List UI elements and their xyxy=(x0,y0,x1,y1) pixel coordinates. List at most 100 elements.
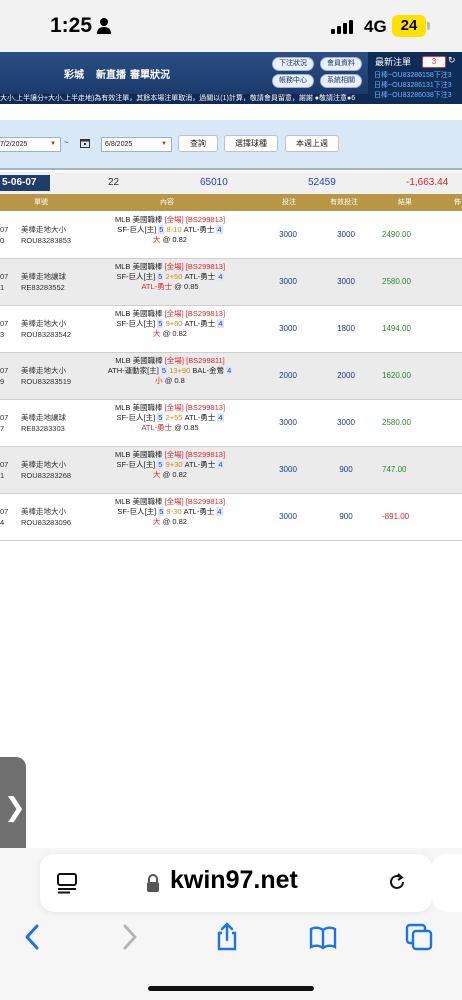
market: [全場] xyxy=(164,262,184,271)
bet-content: MLB 美國職棒 [全場] [BS299813] SF-巨人[主] 5 9+60 … xyxy=(85,309,255,339)
game-code: [BS299813] xyxy=(185,450,226,459)
daily-summary-row[interactable]: 5-06-07 22 65010 52459 -1,663.44 xyxy=(0,172,462,195)
table-row[interactable]: 07 1 美棒走地讓球 RE83283552 MLB 美國職棒 [全場] [BS2998… xyxy=(0,259,462,306)
col-bet: 投注 xyxy=(282,199,296,206)
summary-result-total: -1,663.44 xyxy=(406,177,449,188)
latest-bets-panel: 最新注單 3 ↻ 日棒~OU83286158下注3 日棒~OU83286131下… xyxy=(368,52,462,104)
handicap-line: 8-10 xyxy=(166,225,182,234)
ticket-number[interactable]: ROU83283519 xyxy=(21,376,71,387)
nav-live[interactable]: 新直播 xyxy=(96,66,126,81)
bet-content: MLB 美國職棒 [全場] [BS299813] SF-巨人[主] 5 2+50 … xyxy=(85,262,255,292)
side-drawer-handle[interactable]: ❯ xyxy=(0,757,26,857)
row-prefix-1: 07 xyxy=(0,225,9,234)
odds: @ 0.85 xyxy=(174,423,199,432)
col-content: 內容 xyxy=(160,199,174,206)
result-amount: 1494.00 xyxy=(382,324,411,333)
bet-content: MLB 美國職棒 [全場] [BS299811] ATH-運動家[主] 5 13+… xyxy=(85,356,255,386)
away-score: 4 xyxy=(217,272,224,281)
result-amount: 1620.00 xyxy=(382,371,411,380)
table-row[interactable]: 07 9 美棒走地大小 ROU83283519 MLB 美國職棒 [全場] [BS299… xyxy=(0,353,462,400)
spacer xyxy=(0,104,462,120)
share-icon[interactable] xyxy=(212,922,242,952)
home-team: SF-巨人[主] xyxy=(117,225,157,234)
away-score: 4 xyxy=(216,225,223,234)
tabs-icon[interactable] xyxy=(404,922,434,952)
pick: ATL-勇士 xyxy=(141,282,173,291)
ticket-number[interactable]: RE83283552 xyxy=(21,282,66,293)
league: MLB 美國職棒 xyxy=(114,309,163,318)
result-amount: 2490.00 xyxy=(382,230,411,239)
row-prefix-1: 07 xyxy=(0,507,9,516)
next-tab-preview[interactable] xyxy=(432,854,462,912)
account-center-button[interactable]: 帳務中心 xyxy=(272,74,314,88)
latest-bet-line[interactable]: 日棒~OU83286158下注3 xyxy=(374,70,452,80)
ticket-number[interactable]: RE83283303 xyxy=(21,423,66,434)
battery-indicator: 24 xyxy=(392,15,426,37)
handicap-line: 2+55 xyxy=(165,413,183,422)
table-row[interactable]: 07 0 美棒走地大小 ROU83283853 MLB 美國職棒 [全場] [BS299… xyxy=(0,212,462,259)
bet-status-button[interactable]: 下注狀況 xyxy=(272,57,314,71)
calendar-icon[interactable] xyxy=(80,138,90,148)
page-menu-icon[interactable] xyxy=(56,872,78,894)
home-team: ATH-運動家[主] xyxy=(107,366,159,375)
reload-icon[interactable] xyxy=(386,871,408,893)
table-row[interactable]: 07 1 美棒走地大小 ROU83283268 MLB 美國職棒 [全場] [BS299… xyxy=(0,447,462,494)
ticket-number[interactable]: ROU83283268 xyxy=(21,470,71,481)
bet-content: MLB 美國職棒 [全場] [BS299813] SF-巨人[主] 5 8-10 … xyxy=(85,215,255,245)
ticket-number[interactable]: ROU83283542 xyxy=(21,329,71,340)
row-prefix: 07 7 xyxy=(0,412,8,434)
this-last-week-button[interactable]: 本週上週 xyxy=(285,135,339,152)
start-date-select[interactable]: 7/2/2025 ▼ xyxy=(0,137,61,152)
bookmarks-icon[interactable] xyxy=(308,922,338,952)
refresh-icon[interactable]: ↻ xyxy=(448,55,456,66)
valid-bet-amount: 3000 xyxy=(337,277,355,286)
game-code: [BS299813] xyxy=(185,497,226,506)
bet-content: MLB 美國職棒 [全場] [BS299813] SF-巨人[主] 5 2+55 … xyxy=(85,403,255,433)
market: [全場] xyxy=(164,450,184,459)
url-text[interactable]: kwin97.net xyxy=(170,866,298,895)
bet-type: 美棒走地大小 xyxy=(21,319,66,328)
back-icon[interactable] xyxy=(18,922,48,952)
row-prefix-2: 4 xyxy=(0,518,5,527)
query-button[interactable]: 查詢 xyxy=(178,135,218,152)
row-prefix-1: 07 xyxy=(0,272,9,281)
home-team: SF-巨人[主] xyxy=(116,272,156,281)
market: [全場] xyxy=(164,215,184,224)
row-prefix: 07 4 xyxy=(0,506,8,528)
league: MLB 美國職棒 xyxy=(114,497,163,506)
odds: @ 0.85 xyxy=(174,282,199,291)
end-date-select[interactable]: 6/8/2025 ▼ xyxy=(101,137,172,152)
ticket-number[interactable]: ROU83283096 xyxy=(21,517,71,528)
select-sport-button[interactable]: 選擇球種 xyxy=(224,135,278,152)
start-date-value: 7/2/2025 xyxy=(0,141,28,148)
bet-type: 美棒走地讓球 xyxy=(21,413,66,422)
date-range-separator: ~ xyxy=(64,138,69,147)
table-row[interactable]: 07 4 美棒走地大小 ROU83283096 MLB 美國職棒 [全場] [BS299… xyxy=(0,494,462,541)
table-row[interactable]: 07 7 美棒走地讓球 RE83283303 MLB 美國職棒 [全場] [BS2998… xyxy=(0,400,462,447)
system-button[interactable]: 系統相關 xyxy=(320,74,362,88)
away-team: ATL-勇士 xyxy=(184,319,216,328)
row-prefix: 07 9 xyxy=(0,365,8,387)
end-date-value: 6/8/2025 xyxy=(105,141,133,148)
latest-bet-line[interactable]: 日棒~OU83286131下注3 xyxy=(374,80,452,90)
row-prefix-2: 7 xyxy=(0,424,5,433)
bet-type: 美棒走地大小 xyxy=(21,366,66,375)
ticket-info: 美棒走地大小 ROU83283268 xyxy=(21,459,71,481)
bet-amount: 3000 xyxy=(279,324,297,333)
bet-amount: 2000 xyxy=(279,371,297,380)
nav-lottery[interactable]: 彩城 xyxy=(64,66,84,81)
ticket-number[interactable]: ROU83283853 xyxy=(21,235,71,246)
handicap-line: 9+30 xyxy=(165,460,183,469)
away-score: 4 xyxy=(217,413,224,422)
member-info-button[interactable]: 會員資料 xyxy=(320,57,362,71)
cellular-signal-icon xyxy=(331,20,359,34)
latest-bets-count: 3 xyxy=(422,56,446,68)
forward-icon[interactable] xyxy=(114,922,144,952)
result-amount: 2580.00 xyxy=(382,418,411,427)
col-extra: 佈 xyxy=(454,199,461,206)
league: MLB 美國職棒 xyxy=(114,403,163,412)
odds: @ 0.82 xyxy=(162,235,187,244)
nav-review-status[interactable]: 審單狀況 xyxy=(130,66,170,81)
latest-bet-line[interactable]: 日棒~OU83286038下注3 xyxy=(374,90,452,100)
table-row[interactable]: 07 3 美棒走地大小 ROU83283542 MLB 美國職棒 [全場] [BS299… xyxy=(0,306,462,353)
